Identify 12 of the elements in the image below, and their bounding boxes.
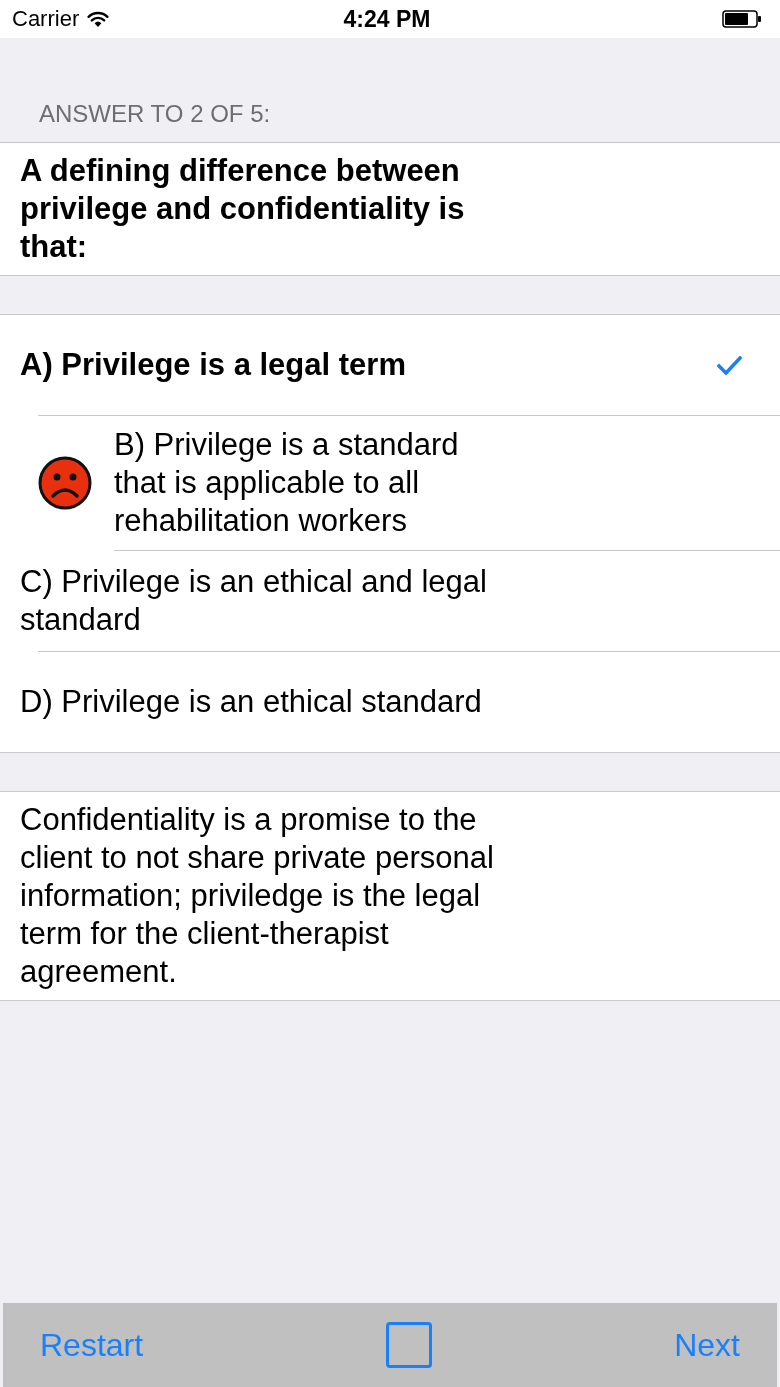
checkbox[interactable] xyxy=(385,1322,432,1368)
clock-time: 4:24 PM xyxy=(343,7,431,31)
carrier-name: Carrier xyxy=(12,8,80,30)
section-header: ANSWER TO 2 OF 5: xyxy=(39,100,271,128)
answer-option[interactable]: A) Privilege is a legal term xyxy=(20,346,520,384)
answer-option[interactable]: B) Privilege is a standard that is applicable to all rehabilitation workers xyxy=(114,426,504,540)
wifi-icon xyxy=(87,11,110,27)
question-text: A defining difference between privilege and confidentiality is that: xyxy=(20,152,466,266)
battery-icon xyxy=(722,10,762,28)
answer-option[interactable]: D) Privilege is an ethical standard xyxy=(20,683,520,721)
explanation-text: Confidentiality is a promise to the client to not share private personal information; priviledge is the legal term for the client-therapist agreement. xyxy=(20,801,495,991)
answer-option[interactable]: C) Privilege is an ethical and legal standard xyxy=(20,563,520,639)
